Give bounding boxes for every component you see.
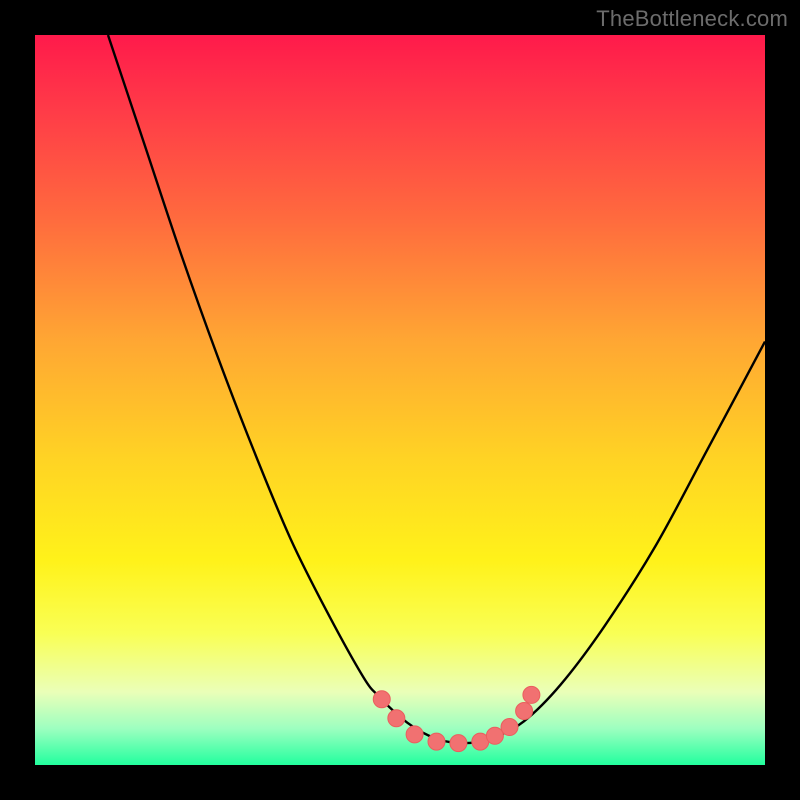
chart-svg — [35, 35, 765, 765]
trough-marker — [373, 691, 390, 708]
trough-markers — [373, 686, 540, 751]
watermark-text: TheBottleneck.com — [596, 6, 788, 32]
trough-marker — [388, 710, 405, 727]
trough-marker — [523, 686, 540, 703]
trough-marker — [501, 719, 518, 736]
trough-marker — [406, 726, 423, 743]
trough-marker — [516, 702, 533, 719]
chart-frame: TheBottleneck.com — [0, 0, 800, 800]
trough-marker — [486, 727, 503, 744]
trough-marker — [428, 733, 445, 750]
chart-plot-area — [35, 35, 765, 765]
trough-marker — [450, 735, 467, 752]
bottleneck-curve — [108, 35, 765, 743]
